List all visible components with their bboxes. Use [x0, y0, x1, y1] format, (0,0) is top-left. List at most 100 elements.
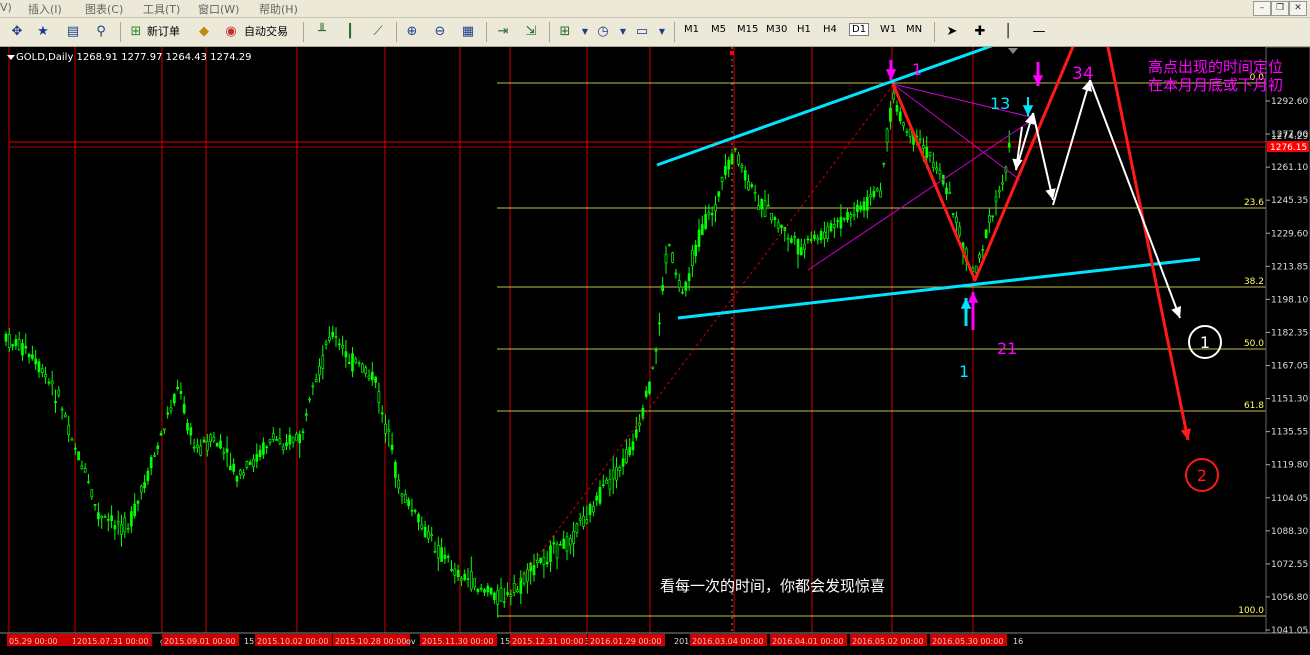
zoom-in-icon[interactable]: ⊕ [403, 23, 421, 41]
price-scale[interactable]: 1292.601277.001261.101245.351229.601213.… [1265, 47, 1310, 636]
symbol-menu-icon[interactable] [7, 55, 15, 60]
horizontal-line-icon[interactable]: — [1030, 23, 1048, 41]
menu-chart[interactable]: 图表(C) [85, 1, 123, 17]
chevron-down-icon[interactable]: ▼ [614, 23, 632, 41]
candle-body [694, 244, 698, 257]
circle-label-2: 2 [1197, 466, 1207, 485]
zoom-out-icon[interactable]: ⊖ [431, 23, 449, 41]
candle-body [430, 534, 434, 537]
candle-body [370, 371, 374, 381]
timeframe-mn[interactable]: MN [906, 24, 922, 35]
cursor-icon[interactable]: ➤ [943, 23, 961, 41]
candle-body [882, 162, 886, 165]
close-icon[interactable]: ✕ [1289, 1, 1307, 16]
minimize-icon[interactable]: – [1253, 1, 1271, 16]
candle-body [133, 503, 137, 517]
candle-body [763, 200, 767, 217]
candle-body [948, 192, 952, 194]
candlestick-icon[interactable]: ┃ [341, 23, 359, 41]
candle-body [856, 204, 859, 212]
auto-trade-button[interactable]: 自动交易 [244, 22, 288, 42]
candle-body [403, 494, 407, 503]
candle-body [209, 434, 212, 442]
candle-body [869, 194, 872, 198]
templates-icon[interactable]: ▭ [633, 23, 651, 41]
candle-body [73, 447, 77, 450]
metaeditor-icon[interactable]: ◆ [195, 23, 213, 41]
candle-body [436, 545, 440, 559]
candle-body [786, 237, 790, 240]
timeframe-m15[interactable]: M15 [737, 24, 758, 35]
menu-help[interactable]: 帮助(H) [259, 1, 298, 17]
crosshair-move-icon[interactable]: ✥ [8, 23, 26, 41]
candle-body [710, 212, 714, 216]
candle-body [446, 556, 450, 558]
new-order-button[interactable]: 新订单 [147, 22, 180, 42]
menu-insert[interactable]: 插入(I) [28, 1, 62, 17]
candle-body [344, 351, 348, 358]
candle-body [601, 484, 605, 487]
candle-body [826, 226, 830, 239]
candle-body [790, 238, 793, 243]
time-scale[interactable]: 05.29 00:0012015.07.31 00:00g2015.09.01 … [0, 632, 1310, 646]
date-label: 2016.03.04 00:00 [692, 637, 763, 646]
candle-body [126, 527, 130, 530]
candle-body [90, 489, 94, 498]
tester-icon[interactable]: ⚲ [92, 23, 110, 41]
toolbar: ✥ ★ ▤ ⚲ ⊞ 新订单 ◆ ◉ 自动交易 ╨ ┃ ⟋ ⊕ ⊖ ▦ ⇥ ⇲ ⊞… [0, 18, 1310, 47]
periods-icon[interactable]: ◷ [594, 23, 612, 41]
candle-body [578, 518, 582, 521]
autoscroll-icon[interactable]: ⇲ [522, 23, 540, 41]
timeframe-h1[interactable]: H1 [797, 24, 811, 35]
candle-body [486, 585, 490, 593]
candle-body [750, 184, 754, 188]
candle-body [166, 412, 170, 415]
price-scale-label: 1292.60 [1271, 97, 1308, 107]
candle-body [506, 592, 509, 595]
chevron-down-icon[interactable]: ▼ [653, 23, 671, 41]
menu-view[interactable]: V) [0, 1, 12, 14]
chevron-down-icon[interactable]: ▼ [576, 23, 594, 41]
candle-body [585, 518, 589, 524]
menu-tools[interactable]: 工具(T) [143, 1, 180, 17]
candle-body [809, 239, 813, 241]
timeframe-m1[interactable]: M1 [684, 24, 699, 35]
candle-body [324, 342, 328, 345]
candle-body [625, 449, 628, 463]
timeframe-h4[interactable]: H4 [823, 24, 837, 35]
wedge-top-line [892, 83, 1036, 119]
line-chart-icon[interactable]: ⟋ [369, 23, 387, 41]
candle-body [262, 442, 265, 455]
candle-body [588, 504, 592, 515]
candle-body [176, 386, 179, 389]
candle-body [40, 368, 44, 373]
timeframe-m5[interactable]: M5 [711, 24, 726, 35]
bar-chart-icon[interactable]: ╨ [313, 23, 331, 41]
menu-window[interactable]: 窗口(W) [198, 1, 239, 17]
new-order-icon[interactable]: ⊞ [127, 23, 145, 41]
timeframe-w1[interactable]: W1 [880, 24, 896, 35]
timeframe-d1[interactable]: D1 [849, 23, 870, 36]
timeframe-m30[interactable]: M30 [766, 24, 787, 35]
navigator-icon[interactable]: ▤ [64, 23, 82, 41]
candle-body [951, 213, 955, 215]
favorites-icon[interactable]: ★ [34, 23, 52, 41]
candle-body [575, 523, 579, 533]
auto-trade-icon[interactable]: ◉ [222, 23, 240, 41]
tile-windows-icon[interactable]: ▦ [459, 23, 477, 41]
candle-body [496, 590, 500, 605]
date-label: 2016.05.30 00:00 [932, 637, 1003, 646]
price-chart[interactable]: 0.023.638.250.061.8100.0 1292.601277.001… [0, 47, 1310, 655]
candle-body [539, 557, 542, 563]
indicators-icon[interactable]: ⊞ [556, 23, 574, 41]
candle-body [288, 434, 292, 445]
candle-body [67, 424, 71, 435]
candle-body [70, 438, 74, 441]
restore-icon[interactable]: ❐ [1271, 1, 1289, 16]
price-scale-label: 1229.60 [1271, 229, 1308, 239]
vertical-line-icon[interactable]: │ [999, 23, 1017, 41]
crosshair-icon[interactable]: ✚ [971, 23, 989, 41]
candle-body [123, 517, 127, 532]
chart-shift-icon[interactable]: ⇥ [494, 23, 512, 41]
candle-body [130, 511, 133, 527]
